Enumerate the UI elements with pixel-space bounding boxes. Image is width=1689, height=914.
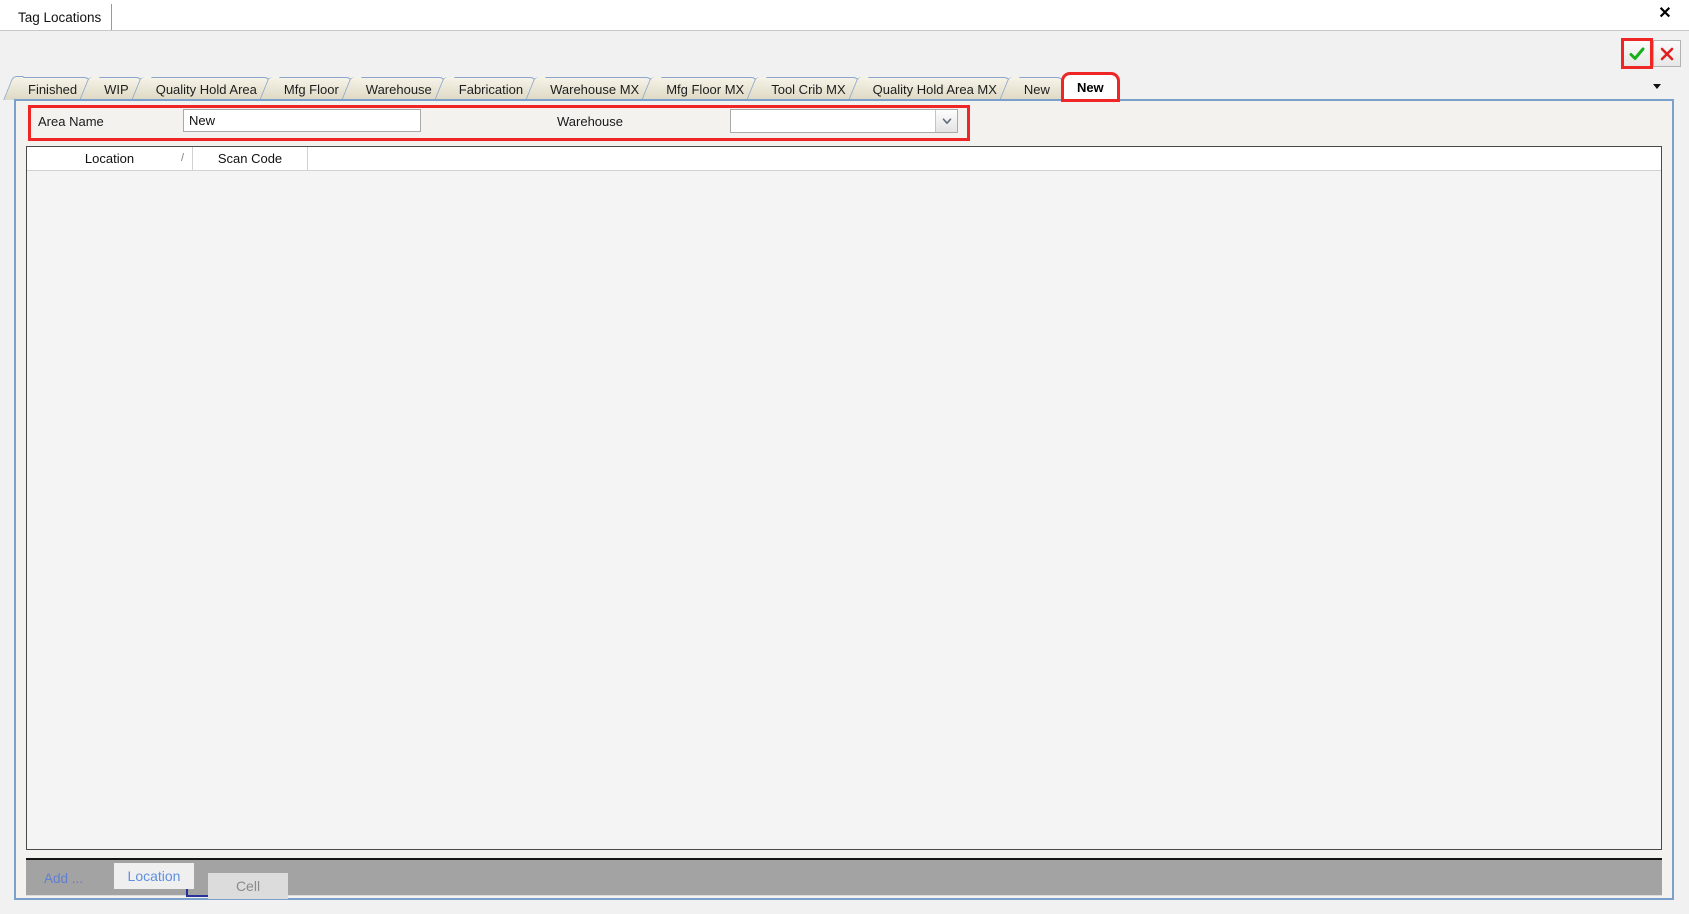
- action-bar: [1621, 38, 1681, 69]
- grid-column-scan-code[interactable]: Scan Code: [193, 147, 308, 170]
- document-tab-bar: Tag Locations ✕: [0, 0, 1689, 31]
- close-icon[interactable]: ✕: [1655, 4, 1675, 24]
- tab-fabrication[interactable]: Fabrication: [444, 77, 538, 100]
- tab-label: WIP: [104, 81, 129, 97]
- grid-body[interactable]: [27, 171, 1661, 849]
- chevron-down-icon[interactable]: [935, 110, 957, 132]
- warehouse-label: Warehouse: [557, 114, 623, 129]
- add-toolbar: Add ... Location Cell: [26, 858, 1662, 899]
- add-cell-button-label: Cell: [235, 878, 261, 894]
- grid-column-scan-code-label: Scan Code: [217, 151, 283, 166]
- tab-tool-crib-mx[interactable]: Tool Crib MX: [757, 77, 860, 100]
- tab-warehouse-mx[interactable]: Warehouse MX: [536, 77, 654, 100]
- tab-label: New: [1023, 81, 1050, 97]
- tab-warehouse[interactable]: Warehouse: [351, 77, 446, 100]
- tab-quality-hold-area[interactable]: Quality Hold Area: [141, 77, 271, 100]
- area-name-label: Area Name: [38, 114, 104, 129]
- grid-header-row: Location / Scan Code: [27, 147, 1661, 171]
- add-label: Add ...: [44, 871, 84, 886]
- chevron-down-glyph: [1653, 84, 1661, 89]
- tab-label: New: [1076, 80, 1104, 95]
- grid-column-location-label: Location: [84, 151, 135, 166]
- tab-new[interactable]: New: [1009, 77, 1064, 100]
- checkmark-icon: [1629, 47, 1645, 60]
- tab-label: Fabrication: [458, 81, 524, 97]
- area-name-input[interactable]: [183, 109, 421, 132]
- tab-new-selected[interactable]: New: [1060, 72, 1120, 102]
- tab-label: Warehouse: [365, 81, 432, 97]
- sort-ascending-icon: /: [180, 152, 184, 164]
- combobox-chevron-glyph: [942, 118, 951, 124]
- tab-mfg-floor[interactable]: Mfg Floor: [269, 77, 353, 100]
- tab-label: Mfg Floor MX: [666, 81, 745, 97]
- application-window: Tag Locations ✕ Finished WIP Quality Hold …: [0, 0, 1689, 914]
- tab-page-new: Area Name Warehouse Location: [14, 99, 1674, 900]
- tab-strip: Finished WIP Quality Hold Area Mfg Floor War…: [14, 72, 1614, 102]
- chevron-down-icon[interactable]: [1650, 79, 1664, 93]
- tab-label: Quality Hold Area: [155, 81, 257, 97]
- close-x-icon: [1660, 47, 1674, 60]
- grid-column-location[interactable]: Location /: [27, 147, 193, 170]
- add-location-button[interactable]: Location: [114, 863, 194, 889]
- area-tab-control: Finished WIP Quality Hold Area Mfg Floor War…: [14, 72, 1674, 900]
- tab-quality-hold-area-mx[interactable]: Quality Hold Area MX: [858, 77, 1011, 100]
- cancel-button[interactable]: [1653, 40, 1681, 67]
- add-cell-button[interactable]: Cell: [208, 873, 288, 899]
- tab-label: Mfg Floor: [283, 81, 339, 97]
- warehouse-combobox[interactable]: [730, 109, 958, 133]
- tab-label: Finished: [28, 81, 78, 97]
- accept-button[interactable]: [1621, 38, 1653, 69]
- area-form: Area Name Warehouse: [16, 101, 1672, 141]
- document-tab-tag-locations[interactable]: Tag Locations: [10, 4, 113, 30]
- tab-label: Quality Hold Area MX: [872, 81, 997, 97]
- add-location-button-label: Location: [127, 868, 181, 884]
- tab-label: Tool Crib MX: [771, 81, 846, 97]
- warehouse-combobox-value: [731, 110, 935, 132]
- tab-mfg-floor-mx[interactable]: Mfg Floor MX: [652, 77, 759, 100]
- tab-label: Warehouse MX: [550, 81, 640, 97]
- locations-grid: Location / Scan Code: [26, 146, 1662, 850]
- document-tab-label: Tag Locations: [18, 9, 102, 25]
- close-glyph: ✕: [1658, 5, 1672, 22]
